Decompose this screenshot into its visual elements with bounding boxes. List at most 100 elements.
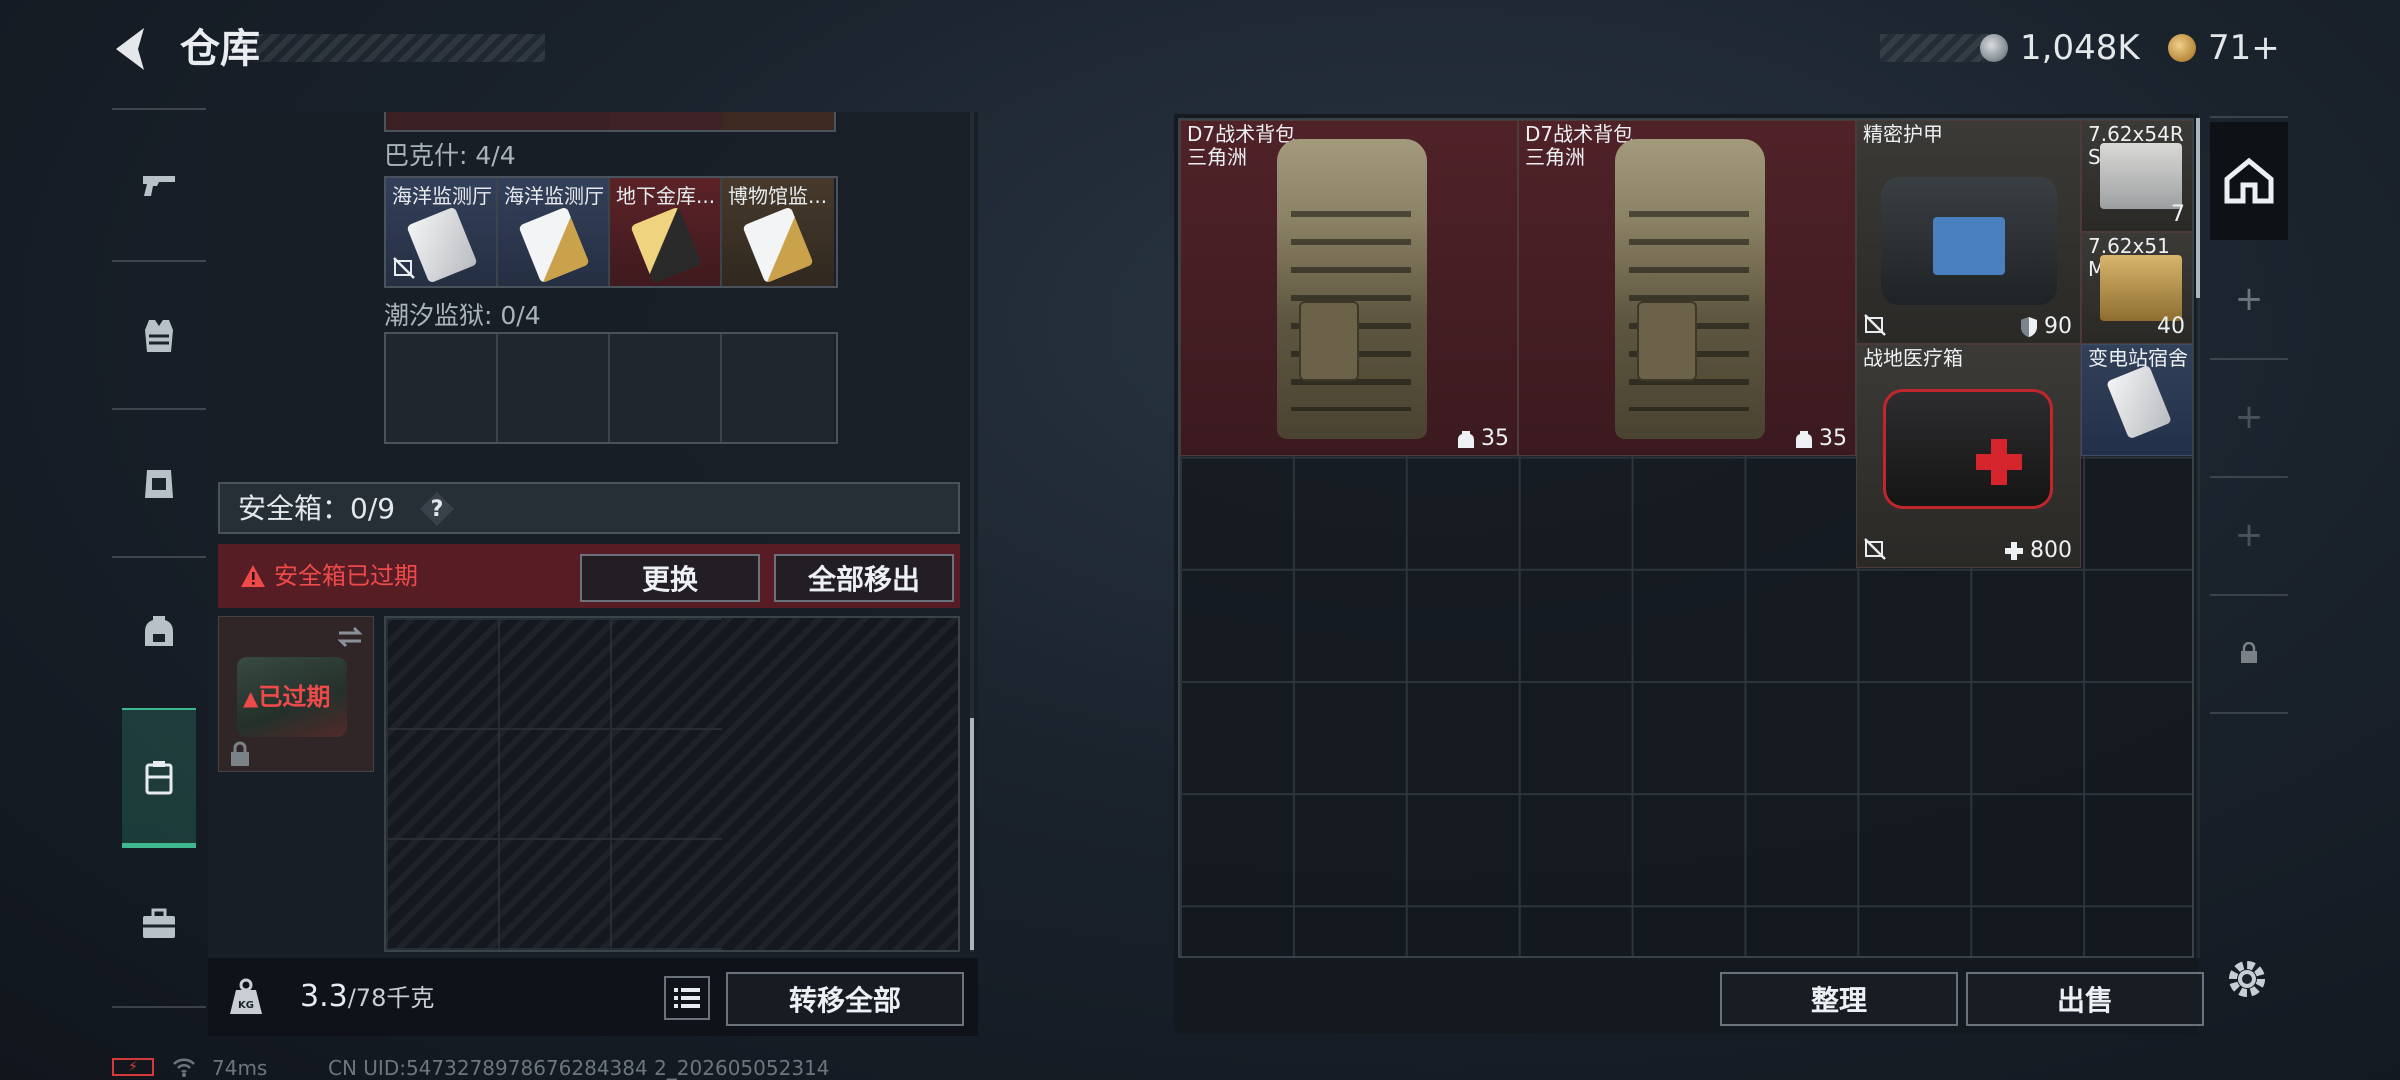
stash-grid[interactable]: D7战术背包 三角洲 35 D7战术背包 三角洲 35 精密护甲 90 7.62… <box>1178 118 2194 958</box>
gear-icon <box>2229 961 2265 997</box>
nav-divider <box>112 260 206 262</box>
lock-icon <box>2241 642 2257 663</box>
nav-item-weapons[interactable] <box>122 124 196 244</box>
backpack-icon <box>145 616 173 646</box>
tab-divider <box>2210 712 2288 714</box>
no-trade-icon <box>1864 538 1886 560</box>
scrollbar-thumb[interactable] <box>970 718 974 950</box>
sell-button[interactable]: 出售 <box>1966 972 2204 1026</box>
tab-divider <box>2210 116 2288 118</box>
key-slot-empty[interactable] <box>386 334 498 442</box>
medkit-cross <box>1976 454 2022 470</box>
vest-icon <box>145 320 173 352</box>
key-slot-empty[interactable] <box>610 334 722 442</box>
safebox-icon <box>145 760 173 794</box>
case-expired-text: 已过期 <box>258 683 331 711</box>
scrollbar-thumb[interactable] <box>2196 118 2200 298</box>
key-slot[interactable]: 海洋监测厅 <box>386 178 498 286</box>
item-heal-value: 800 <box>2030 538 2072 563</box>
backpack-pouch <box>1637 301 1697 381</box>
backpack-small-icon <box>1458 430 1474 448</box>
transfer-all-button[interactable]: 转移全部 <box>726 972 964 1026</box>
help-icon[interactable]: ? <box>420 492 454 526</box>
shield-icon <box>2021 316 2037 337</box>
key-slot-empty[interactable] <box>498 334 610 442</box>
item-title: 变电站宿舍 <box>2088 346 2188 370</box>
currency-bar: 1,048K 71+ <box>1880 30 2300 66</box>
add-tab-icon: + <box>2234 515 2264 555</box>
item-heal-amount: 800 <box>2004 538 2072 563</box>
stash-item-keycard[interactable]: 变电站宿舍 <box>2081 344 2192 456</box>
item-capacity: 35 <box>1795 426 1847 451</box>
silver-coin-icon <box>1980 34 2008 62</box>
svg-text:KG: KG <box>238 1000 254 1011</box>
stash-item-backpack[interactable]: D7战术背包 三角洲 35 <box>1518 120 1856 456</box>
settings-button[interactable] <box>2222 954 2272 1004</box>
stash-item-armor[interactable]: 精密护甲 90 <box>1856 120 2081 344</box>
back-arrow-icon <box>116 28 144 70</box>
stash-item-medkit[interactable]: 战地医疗箱 800 <box>1856 344 2081 568</box>
key-slot[interactable]: 海洋监测厅 <box>498 178 610 286</box>
tab-main-stash[interactable] <box>2210 122 2288 240</box>
plus-icon <box>2005 541 2023 560</box>
tab-add[interactable]: + <box>2210 358 2288 476</box>
case-expired-label: ▲已过期 <box>243 677 330 712</box>
item-subtitle: 三角洲 <box>1525 145 1585 169</box>
add-tab-icon: + <box>2234 279 2264 319</box>
armor-plate <box>1933 217 2005 275</box>
item-title: 战地医疗箱 <box>1863 346 1963 370</box>
armor-icon <box>145 470 173 498</box>
key-group-label: 巴克什: 4/4 <box>384 141 516 170</box>
replace-button[interactable]: 更换 <box>580 554 760 602</box>
silver-amount: 1,048K <box>2020 28 2140 68</box>
currency-decoration <box>1880 34 1990 62</box>
ammo-image <box>2100 143 2182 209</box>
swap-icon[interactable] <box>335 625 365 649</box>
backpack-small-icon <box>1796 430 1812 448</box>
weight-max: /78千克 <box>347 984 435 1012</box>
safebox-case-slot[interactable]: ▲已过期 <box>218 616 374 772</box>
item-durability-value: 90 <box>2044 314 2072 339</box>
tab-add[interactable]: + <box>2210 240 2288 358</box>
key-name: 海洋监测厅 <box>504 184 604 208</box>
key-slot[interactable]: 地下金库... <box>610 178 722 286</box>
safebox-expired-text: 安全箱已过期 <box>274 562 418 590</box>
nav-item-vest[interactable] <box>122 276 196 396</box>
medkit-image <box>1883 389 2053 509</box>
nav-item-backpack[interactable] <box>122 570 196 690</box>
key-slot-empty[interactable] <box>722 334 834 442</box>
key-name: 地下金库... <box>616 184 716 208</box>
toolbox-icon <box>143 908 175 938</box>
tab-add[interactable]: + <box>2210 476 2288 594</box>
nav-item-armor[interactable] <box>122 422 196 542</box>
weight-bar: KG 3.3/78千克 转移全部 <box>208 958 978 1036</box>
gold-amount[interactable]: 71+ <box>2208 30 2280 66</box>
move-all-out-button[interactable]: 全部移出 <box>774 554 954 602</box>
back-button[interactable] <box>108 22 158 76</box>
key-row: 海洋监测厅 海洋监测厅 地下金库... 博物馆监... <box>384 176 838 288</box>
weight-icon: KG <box>230 978 262 1014</box>
safebox-grid[interactable] <box>384 616 960 952</box>
warning-icon <box>241 565 265 587</box>
sort-button[interactable]: 整理 <box>1720 972 1958 1026</box>
key-name: 博物馆监... <box>728 184 828 208</box>
no-trade-icon <box>1864 314 1886 336</box>
key-slot[interactable]: 博物馆监... <box>722 178 834 286</box>
gold-coin-icon <box>2168 34 2196 62</box>
stash-panel: D7战术背包 三角洲 35 D7战术背包 三角洲 35 精密护甲 90 7.62… <box>1174 114 2200 1034</box>
nav-item-safebox[interactable] <box>122 708 196 848</box>
item-capacity-value: 35 <box>1819 426 1847 451</box>
ammo-image <box>2100 255 2182 321</box>
tab-locked[interactable] <box>2210 594 2288 712</box>
safebox-grid-cells <box>386 618 722 950</box>
nav-item-toolbox[interactable] <box>122 864 196 984</box>
weight-current: 3.3 <box>300 979 348 1014</box>
backpack-panel: 巴克什: 4/4 海洋监测厅 海洋监测厅 地下金库... 博物馆监... 潮汐监… <box>208 112 978 1036</box>
keycard-image <box>2106 364 2172 440</box>
list-view-button[interactable] <box>664 976 710 1020</box>
item-title: D7战术背包 <box>1187 122 1296 146</box>
stash-item-ammo[interactable]: 7.62x54RSNB 7 <box>2081 120 2192 232</box>
stash-item-backpack[interactable]: D7战术背包 三角洲 35 <box>1180 120 1518 456</box>
stash-item-ammo[interactable]: 7.62x51M61 40 <box>2081 232 2192 344</box>
keycard-image <box>518 206 590 284</box>
